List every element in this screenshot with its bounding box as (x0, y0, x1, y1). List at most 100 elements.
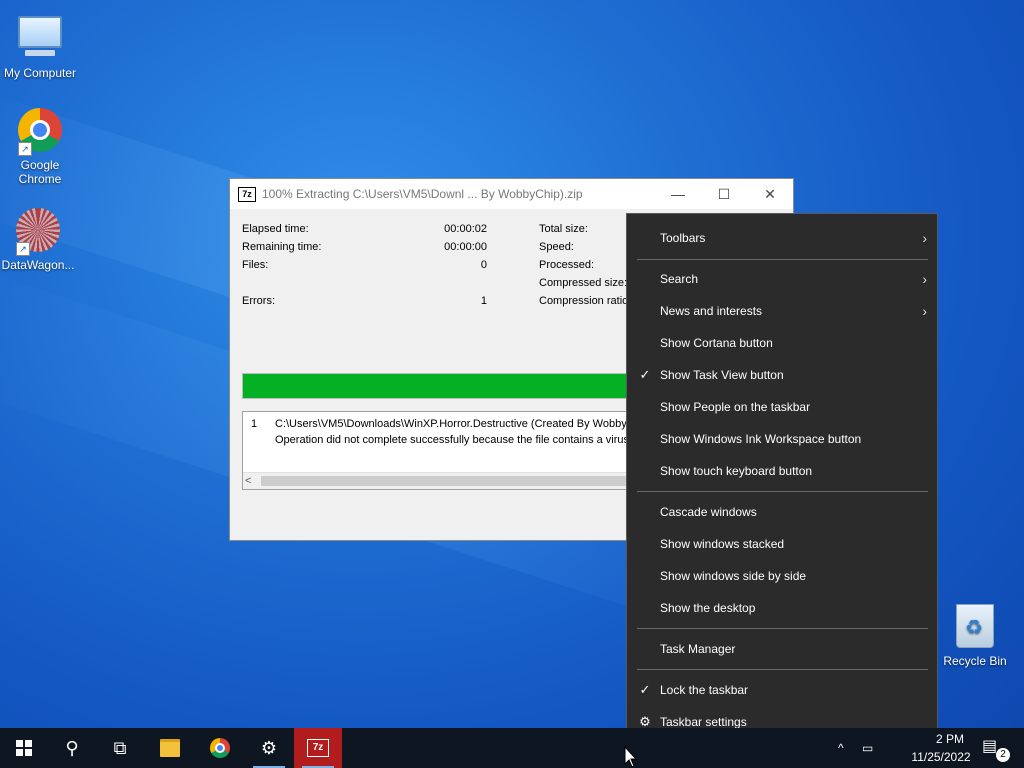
desktop-icon-my-computer[interactable]: My Computer (0, 10, 80, 80)
taskbar-context-menu: Toolbars › Search › News and interests ›… (626, 213, 938, 746)
close-button[interactable]: ✕ (747, 179, 793, 209)
network-tray-icon[interactable]: ▭ (862, 728, 873, 768)
menu-item-label: News and interests (660, 304, 763, 318)
remaining-time-label: Remaining time: (242, 241, 322, 253)
chevron-right-icon: › (922, 303, 927, 319)
compressed-size-label: Compressed size: (539, 277, 628, 289)
menu-item-toolbars[interactable]: Toolbars › (627, 222, 937, 254)
menu-item-lock-the-taskbar[interactable]: ✓ Lock the taskbar (627, 674, 937, 706)
menu-item-label: Show windows stacked (660, 537, 785, 551)
desktop-icon-recycle-bin[interactable]: Recycle Bin (935, 602, 1015, 668)
menu-item-label: Show touch keyboard button (660, 464, 813, 478)
file-explorer-button[interactable] (146, 728, 194, 768)
compression-ratio-label: Compression ratio: (539, 295, 632, 307)
message-index: 1 (251, 418, 258, 430)
desktop-icon-label: My Computer (3, 66, 77, 80)
menu-item-show-ink-workspace[interactable]: Show Windows Ink Workspace button (627, 423, 937, 455)
tray-chevron[interactable]: ^ (838, 728, 844, 768)
message-error: Operation did not complete successfully … (275, 434, 639, 446)
menu-item-show-the-desktop[interactable]: Show the desktop (627, 592, 937, 624)
left-stats: Elapsed time: 00:00:02 Remaining time: 0… (242, 223, 487, 313)
checkmark-icon: ✓ (639, 682, 651, 697)
menu-item-news-and-interests[interactable]: News and interests › (627, 295, 937, 327)
settings-taskbar-button[interactable]: ⚙ (245, 728, 293, 768)
computer-icon (16, 16, 64, 64)
sevenzip-icon: 7z (307, 739, 329, 757)
notification-badge: 2 (996, 748, 1010, 762)
menu-item-show-people[interactable]: Show People on the taskbar (627, 391, 937, 423)
remaining-time-value: 00:00:00 (444, 241, 487, 253)
chrome-taskbar-button[interactable] (196, 728, 244, 768)
task-view-button[interactable]: ⧉ (96, 728, 144, 768)
windows-logo-icon (16, 740, 32, 756)
chrome-icon (210, 738, 230, 758)
maximize-button[interactable]: ☐ (701, 179, 747, 209)
scroll-thumb[interactable] (261, 476, 681, 486)
sevenzip-icon: 7z (238, 186, 256, 202)
files-value: 0 (480, 259, 487, 271)
right-stats: Total size: Speed: Processed: Compressed… (539, 223, 639, 313)
window-title: 100% Extracting C:\Users\VM5\Downl ... B… (262, 187, 583, 201)
taskbar-clock[interactable]: 2 PM 11/25/2022 (906, 728, 976, 768)
menu-item-label: Task Manager (660, 642, 736, 656)
chevron-right-icon: › (922, 271, 927, 287)
message-path: C:\Users\VM5\Downloads\WinXP.Horror.Dest… (275, 418, 627, 430)
errors-label: Errors: (242, 295, 275, 307)
menu-item-label: Toolbars (660, 231, 706, 245)
desktop-icon-label: Recycle Bin (943, 654, 1007, 668)
window-title-bar[interactable]: 7z 100% Extracting C:\Users\VM5\Downl ..… (230, 179, 793, 209)
menu-item-label: Search (660, 272, 699, 286)
scroll-left-icon[interactable]: < (245, 473, 259, 489)
shortcut-arrow-icon: ↗ (16, 242, 30, 256)
notification-center-button[interactable]: ▤ 2 (982, 736, 1010, 762)
menu-item-label: Show Windows Ink Workspace button (660, 432, 862, 446)
sevenzip-taskbar-button[interactable]: 7z (294, 728, 342, 768)
taskbar[interactable]: ⚲ ⧉ ⚙ 7z ^ ▭ (0, 728, 1024, 768)
total-size-label: Total size: (539, 223, 588, 235)
chevron-up-icon: ^ (838, 741, 844, 755)
desktop-icon-label: DataWagon... (1, 258, 75, 272)
desktop-icon-datawagon[interactable]: ↗ DataWagon... (0, 206, 78, 272)
elapsed-time-value: 00:00:02 (444, 223, 487, 235)
menu-item-show-task-view-button[interactable]: ✓ Show Task View button (627, 359, 937, 391)
processed-label: Processed: (539, 259, 595, 271)
shortcut-arrow-icon: ↗ (18, 142, 32, 156)
minimize-button[interactable]: — (655, 179, 701, 209)
menu-item-show-cortana-button[interactable]: Show Cortana button (627, 327, 937, 359)
clock-time: 2 PM (935, 732, 964, 746)
menu-item-label: Cascade windows (660, 505, 757, 519)
menu-item-label: Show Task View button (660, 368, 784, 382)
datawagon-icon: ↗ (14, 208, 62, 256)
menu-item-label: Show Cortana button (660, 336, 773, 350)
menu-item-cascade-windows[interactable]: Cascade windows (627, 496, 937, 528)
menu-item-show-touch-keyboard[interactable]: Show touch keyboard button (627, 455, 937, 487)
desktop-icon-google-chrome[interactable]: ↗ Google Chrome (0, 106, 80, 186)
menu-separator (637, 491, 928, 492)
menu-item-show-windows-stacked[interactable]: Show windows stacked (627, 528, 937, 560)
menu-item-label: Show windows side by side (660, 569, 807, 583)
chrome-icon: ↗ (16, 108, 64, 156)
files-label: Files: (242, 259, 269, 271)
menu-item-search[interactable]: Search › (627, 263, 937, 295)
elapsed-time-label: Elapsed time: (242, 223, 309, 235)
menu-item-show-windows-side-by-side[interactable]: Show windows side by side (627, 560, 937, 592)
search-button[interactable]: ⚲ (48, 728, 96, 768)
mouse-cursor-icon (624, 746, 638, 768)
speed-label: Speed: (539, 241, 574, 253)
desktop-icon-label: Google Chrome (18, 158, 62, 186)
menu-separator (637, 259, 928, 260)
start-button[interactable] (0, 728, 48, 768)
menu-item-label: Show People on the taskbar (660, 400, 811, 414)
menu-item-task-manager[interactable]: Task Manager (627, 633, 937, 665)
menu-item-label: Show the desktop (660, 601, 756, 615)
menu-item-label: Lock the taskbar (660, 683, 749, 697)
folder-icon (160, 739, 180, 757)
search-icon: ⚲ (65, 737, 79, 758)
network-icon: ▭ (862, 741, 874, 755)
gear-icon: ⚙ (260, 737, 278, 758)
checkmark-icon: ✓ (639, 367, 651, 382)
menu-separator (637, 669, 928, 670)
notification-icon: ▤ (982, 738, 998, 755)
menu-separator (637, 628, 928, 629)
menu-item-label: Taskbar settings (660, 715, 747, 729)
